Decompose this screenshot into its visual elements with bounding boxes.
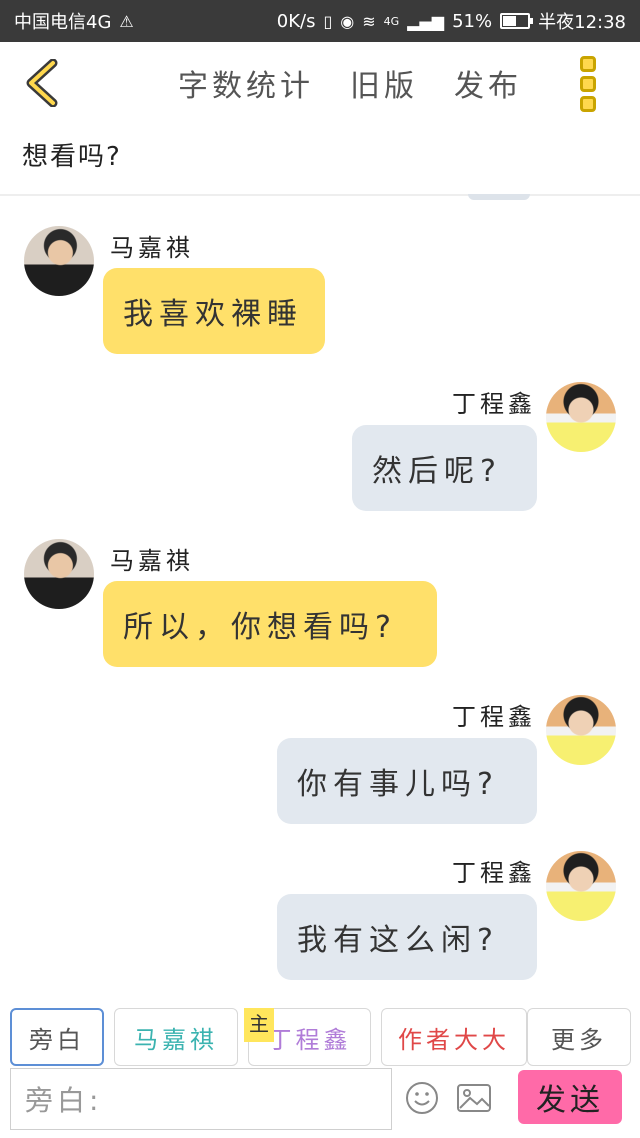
role-narrator-button[interactable]: 旁白 — [10, 1008, 104, 1066]
avatar[interactable] — [24, 226, 94, 296]
back-button[interactable] — [18, 56, 66, 110]
clock: 半夜12:38 — [538, 12, 626, 33]
divider — [0, 194, 640, 196]
avatar[interactable] — [546, 382, 616, 452]
eye-icon: ◉ — [340, 11, 355, 31]
three-dots-vertical-icon — [580, 56, 596, 72]
emoji-button[interactable] — [402, 1078, 442, 1118]
carrier-label: 中国电信4G — [14, 12, 112, 33]
message-bubble[interactable]: 然后呢? — [352, 425, 537, 511]
network-speed: 0K/s — [276, 10, 316, 32]
image-icon — [457, 1084, 491, 1112]
emoji-icon — [406, 1082, 438, 1114]
publish-button[interactable]: 发布 — [454, 61, 522, 105]
role-selector: 旁白 马嘉祺 丁程鑫 作者大大 更多 — [0, 1004, 640, 1068]
message-input[interactable]: 旁白: — [10, 1068, 392, 1130]
message-bubble[interactable]: 所以，你想看吗? — [103, 581, 437, 667]
cell-signal-icon: ▂▄▆ — [407, 11, 445, 31]
vibrate-icon: ▯ — [323, 11, 333, 31]
speaker-name: 马嘉祺 — [110, 234, 194, 262]
warning-icon: ⚠ — [119, 11, 134, 31]
send-button[interactable]: 发送 — [518, 1070, 622, 1124]
role-more-button[interactable]: 更多 — [527, 1008, 631, 1066]
speaker-name: 丁程鑫 — [452, 703, 536, 731]
message-bubble[interactable]: 你有事儿吗? — [277, 738, 537, 824]
main-role-badge: 主 — [244, 1008, 274, 1042]
composer: 旁白: 发送 — [0, 1068, 640, 1138]
role-majiaqi-button[interactable]: 马嘉祺 — [114, 1008, 238, 1066]
role-author-button[interactable]: 作者大大 — [381, 1008, 527, 1066]
avatar[interactable] — [546, 695, 616, 765]
top-nav: 字数统计 旧版 发布 — [0, 42, 640, 124]
old-version-button[interactable]: 旧版 — [350, 61, 418, 105]
wifi-icon: ≋ — [362, 11, 376, 31]
chevron-left-icon — [26, 59, 58, 107]
chapter-title: 想看吗? — [22, 142, 122, 172]
avatar[interactable] — [546, 851, 616, 921]
avatar[interactable] — [24, 539, 94, 609]
signal-label: 4G — [383, 14, 400, 28]
word-count-button[interactable]: 字数统计 — [178, 61, 314, 105]
scroll-indicator — [468, 194, 530, 200]
more-menu-button[interactable] — [577, 56, 599, 112]
speaker-name: 马嘉祺 — [110, 547, 194, 575]
speaker-name: 丁程鑫 — [452, 390, 536, 418]
image-button[interactable] — [454, 1078, 494, 1118]
battery-icon — [500, 13, 534, 29]
speaker-name: 丁程鑫 — [452, 859, 536, 887]
message-bubble[interactable]: 我喜欢裸睡 — [103, 268, 325, 354]
battery-percent: 51% — [452, 10, 493, 32]
status-bar: 中国电信4G ⚠ 0K/s ▯ ◉ ≋ 4G ▂▄▆ 51% 半夜12:38 — [0, 0, 640, 42]
message-bubble[interactable]: 我有这么闲? — [277, 894, 537, 980]
